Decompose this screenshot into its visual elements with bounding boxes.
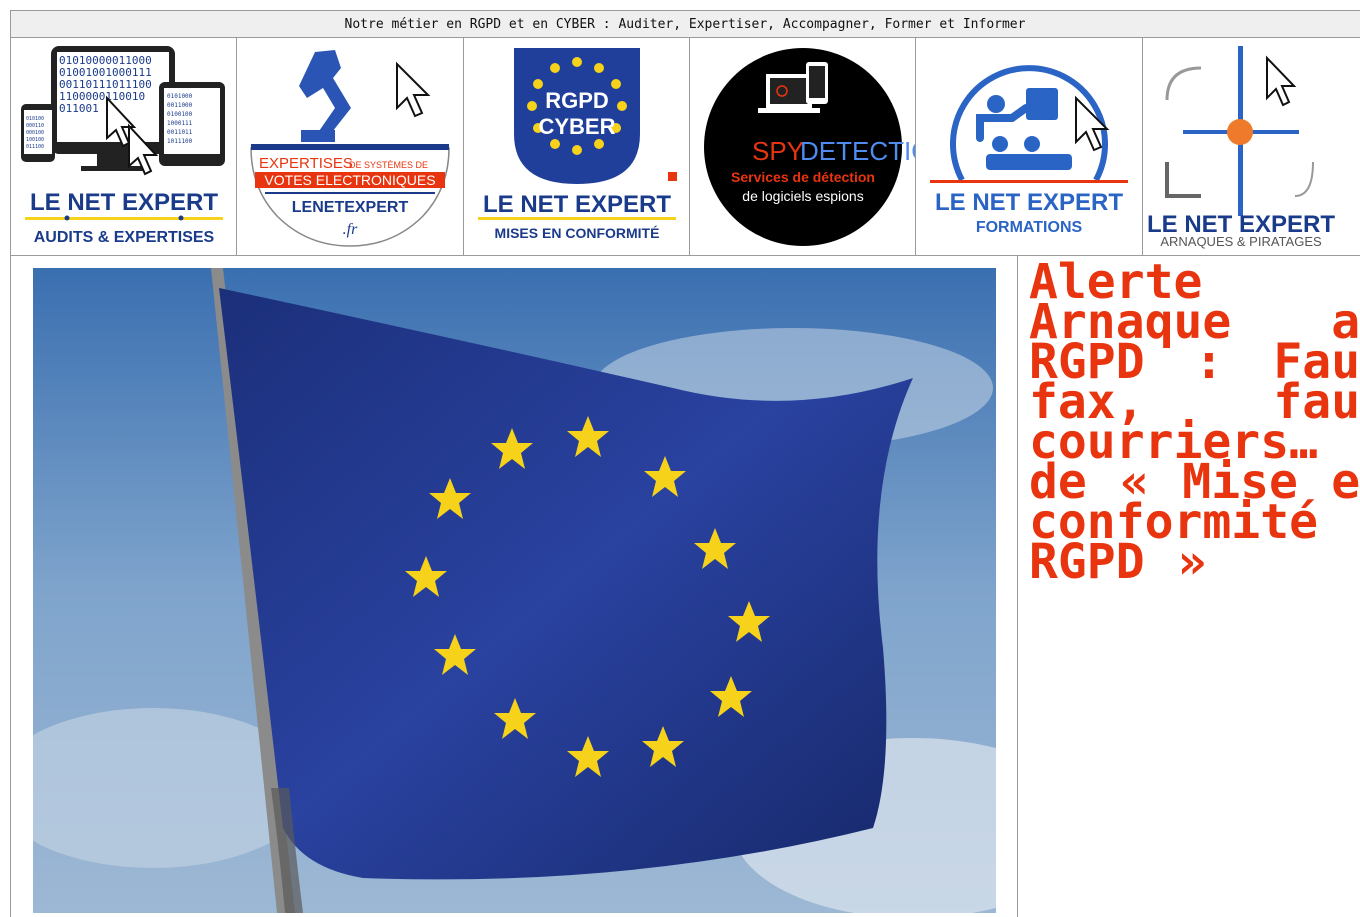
- rgpd-badge: RGPD CYBER LE NET EXPERT MISES EN CONFOR…: [477, 48, 677, 241]
- logo-formations[interactable]: LE NET EXPERT FORMATIONS: [916, 38, 1143, 255]
- logo-title: VOTES ELECTRONIQUES: [265, 172, 436, 188]
- logo-title: SPY: [752, 136, 804, 166]
- crosshair-badge: LE NET EXPERT ARNAQUES & PIRATAGES: [1147, 46, 1335, 249]
- article-title[interactable]: Alerte Arnaque au RGPD : Faux fax, faux …: [1029, 258, 1360, 586]
- page: Notre métier en RGPD et en CYBER : Audit…: [10, 10, 1360, 917]
- logo-row: 0101000 0011000 0100100 1000111 0011011 101…: [10, 38, 1360, 256]
- logo-subtitle: Services de détection: [731, 169, 875, 185]
- top-banner: Notre métier en RGPD et en CYBER : Audit…: [10, 10, 1360, 38]
- eu-flag-photo: [33, 268, 996, 913]
- logo-title: EXPERTISES: [259, 155, 353, 172]
- hand-icon: [299, 50, 352, 136]
- logo-arnaques-piratages[interactable]: LE NET EXPERT ARNAQUES & PIRATAGES: [1142, 38, 1360, 255]
- logo-votes-electroniques[interactable]: EXPERTISES DE SYSTÈMES DE VOTES ELECTRON…: [237, 38, 464, 255]
- logo-title: DETECTION: [800, 136, 916, 166]
- logo-subtitle: MISES EN CONFORMITÉ: [494, 225, 659, 241]
- cursor-icon: [1265, 55, 1296, 107]
- logo-title: LE NET EXPERT: [30, 189, 218, 216]
- binary-line: 000110: [26, 123, 44, 129]
- binary-line: 1000111: [167, 120, 193, 127]
- binary-line: 0011011: [167, 129, 193, 136]
- binary-line: 1011100: [167, 138, 193, 145]
- target-dot: [1226, 119, 1253, 145]
- binary-line: 0100100: [167, 111, 193, 118]
- logo-title-small: DE SYSTÈMES DE: [349, 160, 428, 170]
- binary-line: 000100: [26, 130, 44, 136]
- devices-illustration: 0101000 0011000 0100100 1000111 0011011 101…: [21, 46, 225, 246]
- logo-spy-detection[interactable]: SPY DETECTION Services de détection de l…: [689, 38, 917, 255]
- cursor-icon: [396, 61, 431, 118]
- badge-text: RGPD: [545, 88, 609, 113]
- binary-line: 0101000: [167, 93, 193, 100]
- logo-brand: LENETEXPERT: [292, 199, 409, 216]
- logo-subtitle: FORMATIONS: [976, 219, 1083, 236]
- binary-line: 100100: [26, 137, 44, 143]
- ballot-illustration: EXPERTISES DE SYSTÈMES DE VOTES ELECTRON…: [250, 50, 451, 247]
- training-badge: LE NET EXPERT FORMATIONS: [930, 65, 1129, 236]
- spy-detection-badge: SPY DETECTION Services de détection de l…: [703, 48, 916, 246]
- column-divider: [1017, 256, 1018, 917]
- badge-text: CYBER: [538, 114, 615, 139]
- logo-audits-expertises[interactable]: 0101000 0011000 0100100 1000111 0011011 101…: [11, 38, 238, 255]
- binary-line: 0011000: [167, 102, 193, 109]
- logo-subtitle: AUDITS & EXPERTISES: [34, 229, 215, 246]
- banner-text: Notre métier en RGPD et en CYBER : Audit…: [344, 17, 1026, 32]
- logo-title: LE NET EXPERT: [483, 191, 671, 218]
- article-hero-image: [33, 268, 996, 913]
- binary-line: 011001: [59, 102, 99, 115]
- logo-subtitle: de logiciels espions: [742, 188, 863, 204]
- logo-tld: .fr: [343, 221, 358, 238]
- logo-rgpd-cyber[interactable]: RGPD CYBER LE NET EXPERT MISES EN CONFOR…: [463, 38, 690, 255]
- logo-title: LE NET EXPERT: [935, 189, 1123, 216]
- logo-subtitle: ARNAQUES & PIRATAGES: [1160, 234, 1322, 249]
- binary-line: 011100: [26, 144, 44, 150]
- binary-line: 010100: [26, 116, 44, 122]
- article-content: Alerte Arnaque au RGPD : Faux fax, faux …: [10, 256, 1360, 917]
